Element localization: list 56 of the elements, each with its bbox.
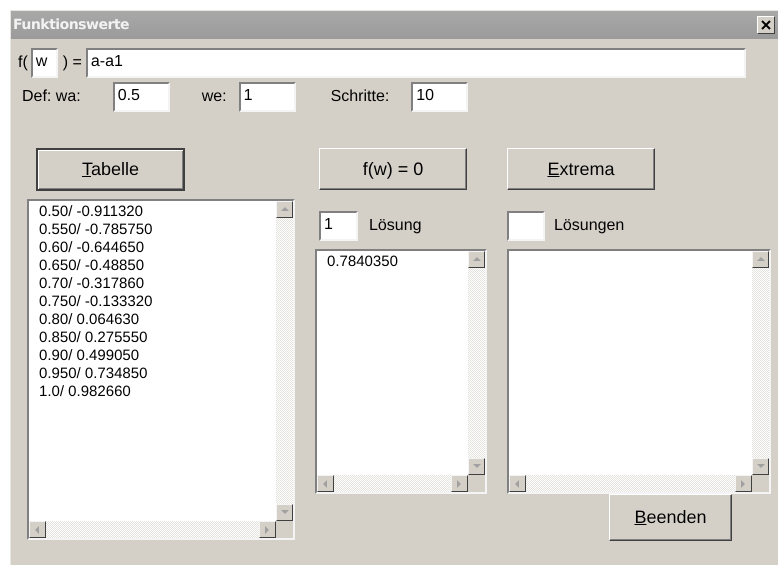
count-label: Lösung — [369, 217, 422, 235]
roots-button[interactable]: f(w) = 0 — [319, 148, 467, 190]
window-title: Funktionswerte — [13, 17, 130, 33]
scroll-right-button[interactable] — [451, 475, 468, 492]
scroll-down-button[interactable] — [276, 504, 293, 521]
count-label: Lösungen — [554, 217, 624, 235]
scroll-left-button[interactable] — [317, 475, 334, 492]
list-box[interactable]: 0.50/ -0.911320 0.550/ -0.785750 0.60/ -0.644650 0.650/ -0.48850 0.70/ -0.317860 0.750/ -0.133320 0.80/ 0.064630 0.850/ 0.275550 0.90/ 0.499050 0.950/ 0.734850 1.0/ 0.982660 — [27, 199, 295, 540]
variable-field[interactable]: w — [30, 48, 58, 78]
vertical-scrollbar[interactable] — [276, 201, 293, 521]
scroll-down-button[interactable] — [468, 458, 485, 475]
scroll-down-button[interactable] — [752, 458, 769, 475]
count-field[interactable]: 1 — [319, 211, 358, 241]
scrollbar-corner — [276, 521, 293, 538]
table-button[interactable]: Tabelle — [36, 148, 185, 191]
list-item[interactable]: 0.950/ 0.734850 — [39, 365, 276, 383]
scroll-up-button[interactable] — [468, 251, 485, 268]
end-label: we: — [202, 88, 227, 106]
start-label: Def: wa: — [22, 88, 81, 106]
horizontal-scrollbar[interactable] — [29, 521, 276, 538]
list-item[interactable]: 0.550/ -0.785750 — [39, 221, 276, 239]
scroll-up-button[interactable] — [276, 201, 293, 218]
list-item[interactable]: 0.750/ -0.133320 — [39, 293, 276, 311]
scroll-left-button[interactable] — [509, 475, 526, 492]
count-field[interactable] — [507, 211, 545, 241]
horizontal-scrollbar[interactable] — [317, 475, 468, 492]
list-item[interactable]: 1.0/ 0.982660 — [39, 383, 276, 401]
steps-field[interactable]: 10 — [411, 82, 468, 112]
scroll-right-button[interactable] — [259, 521, 276, 538]
close-icon — [761, 20, 771, 30]
list-item[interactable]: 0.90/ 0.499050 — [39, 347, 276, 365]
list-item[interactable]: 0.60/ -0.644650 — [39, 239, 276, 257]
expression-field[interactable]: a-a1 — [86, 48, 746, 78]
extrema-button[interactable]: Extrema — [507, 148, 655, 190]
vertical-scrollbar[interactable] — [752, 251, 769, 475]
end-field[interactable]: 1 — [238, 82, 296, 112]
scroll-left-button[interactable] — [29, 521, 46, 538]
close-button[interactable] — [757, 16, 775, 34]
list-item[interactable]: 0.70/ -0.317860 — [39, 275, 276, 293]
quit-button[interactable]: Beenden — [609, 494, 732, 541]
start-field[interactable]: 0.5 — [112, 82, 170, 112]
function-prefix: f( — [18, 54, 28, 72]
list-item[interactable]: 0.7840350 — [327, 253, 468, 271]
scrollbar-corner — [468, 475, 485, 492]
vertical-scrollbar[interactable] — [468, 251, 485, 475]
list-box[interactable]: 0.7840350 — [315, 249, 487, 494]
list-item[interactable]: 0.650/ -0.48850 — [39, 257, 276, 275]
list-item[interactable]: 0.850/ 0.275550 — [39, 329, 276, 347]
scroll-right-button[interactable] — [735, 475, 752, 492]
scrollbar-corner — [752, 475, 769, 492]
horizontal-scrollbar[interactable] — [509, 475, 752, 492]
list-item[interactable]: 0.50/ -0.911320 — [39, 203, 276, 221]
scroll-up-button[interactable] — [752, 251, 769, 268]
list-item[interactable]: 0.80/ 0.064630 — [39, 311, 276, 329]
function-suffix: ) = — [62, 54, 82, 72]
steps-label: Schritte: — [330, 88, 390, 106]
